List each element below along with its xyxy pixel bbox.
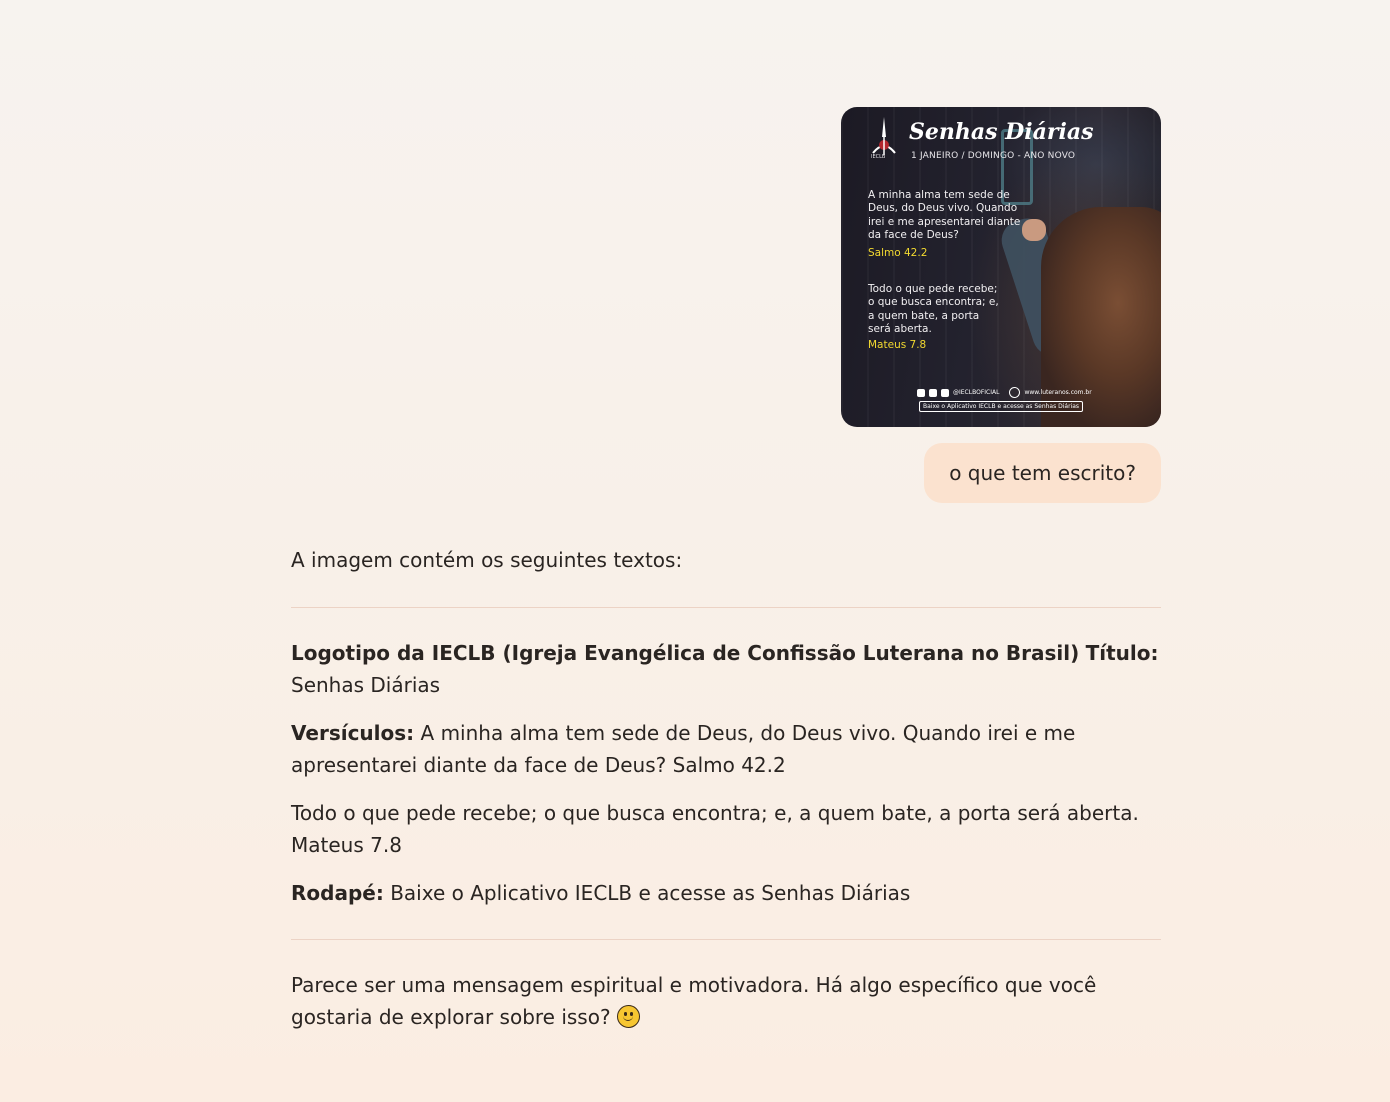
- image-logo-text: IECLB: [871, 154, 886, 160]
- image-social-row: @IECLBOFICIAL www.luteranos.com.br: [917, 387, 1092, 398]
- response-closing: Parece ser uma mensagem espiritual e mot…: [291, 969, 1161, 1033]
- user-message-text: o que tem escrito?: [949, 461, 1136, 485]
- response-intro: A imagem contém os seguintes textos:: [291, 548, 683, 572]
- response-footer-paragraph: Rodapé: Baixe o Aplicativo IECLB e acess…: [291, 877, 1161, 909]
- response-verse2-paragraph: Todo o que pede recebe; o que busca enco…: [291, 801, 1139, 857]
- title-value: Senhas Diárias: [291, 673, 441, 697]
- title-label: Título:: [1085, 641, 1159, 665]
- user-message-bubble: o que tem escrito?: [924, 443, 1161, 503]
- logo-label: Logotipo da IECLB (Igreja Evangélica de …: [291, 641, 1080, 665]
- image-ref-1: Salmo 42.2: [868, 247, 928, 259]
- image-footer-box: Baixe o Aplicativo IECLB e acesse as Sen…: [919, 401, 1084, 412]
- attached-image[interactable]: IECLB Senhas Diárias 1 JANEIRO / DOMINGO…: [841, 107, 1161, 427]
- image-title: Senhas Diárias: [909, 119, 1094, 145]
- divider: [291, 607, 1161, 608]
- footer-label: Rodapé:: [291, 881, 384, 905]
- facebook-icon: [929, 388, 937, 397]
- slightly-smiling-face-icon: [616, 1005, 640, 1028]
- image-date-line: 1 JANEIRO / DOMINGO - ANO NOVO: [911, 151, 1076, 161]
- image-ref-2: Mateus 7.8: [868, 339, 927, 351]
- youtube-icon: [941, 388, 949, 397]
- image-verse-1: A minha alma tem sede de Deus, do Deus v…: [868, 189, 1021, 241]
- response-verses-paragraph: Versículos: A minha alma tem sede de Deu…: [291, 717, 1161, 781]
- verses-label: Versículos:: [291, 721, 415, 745]
- closing-text: Parece ser uma mensagem espiritual e mot…: [291, 973, 1097, 1029]
- globe-icon: [1009, 387, 1021, 398]
- response-title-paragraph: Logotipo da IECLB (Igreja Evangélica de …: [291, 637, 1161, 701]
- image-verse-2: Todo o que pede recebe; o que busca enco…: [868, 283, 999, 335]
- assistant-response: A imagem contém os seguintes textos: Log…: [291, 544, 1161, 1033]
- instagram-icon: [917, 388, 925, 397]
- image-social-handle: @IECLBOFICIAL: [953, 389, 1000, 396]
- divider: [291, 939, 1161, 940]
- image-website: www.luteranos.com.br: [1024, 389, 1092, 396]
- footer-text: Baixe o Aplicativo IECLB e acesse as Sen…: [390, 881, 911, 905]
